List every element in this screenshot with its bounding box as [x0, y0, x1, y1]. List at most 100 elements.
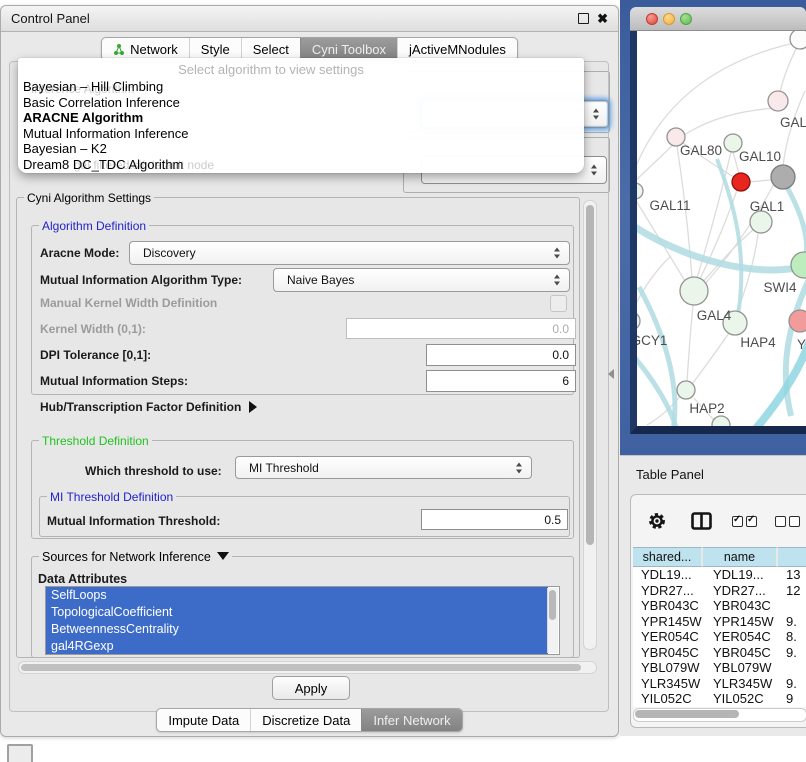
table-cell: YBR045C: [703, 645, 778, 660]
tab-network[interactable]: Network: [102, 38, 189, 60]
node-label-gal80: GAL80: [680, 143, 722, 158]
table-horizontal-scrollbar[interactable]: [633, 708, 806, 722]
algorithm-definition-label: Algorithm Definition: [39, 219, 149, 233]
network-node-gal11[interactable]: [637, 183, 643, 199]
attribute-item-betweennesscentrality[interactable]: BetweennessCentrality: [46, 621, 548, 638]
table-cell: YBR045C: [633, 645, 703, 660]
close-panel-icon[interactable]: ✖: [597, 14, 608, 24]
algorithm-item-aracne-algorithm[interactable]: ARACNE Algorithm: [23, 110, 579, 126]
select-all-icon[interactable]: [732, 516, 757, 527]
attribute-item-selfloops[interactable]: SelfLoops: [46, 587, 548, 604]
table-row[interactable]: YIL052CYIL052C9: [633, 691, 806, 707]
sources-label[interactable]: Sources for Network Inference: [39, 550, 232, 564]
tab-jactivemnodules[interactable]: jActiveMNodules: [397, 38, 517, 60]
algorithm-popup: Inference Algorithm gal filtered.sif def…: [18, 58, 584, 173]
node-label-y: Y: [797, 337, 806, 352]
mi-algorithm-type-combobox[interactable]: Naive Bayes: [273, 268, 570, 292]
aracne-mode-label: Aracne Mode:: [40, 246, 119, 260]
settings-vertical-scrollbar[interactable]: [583, 200, 597, 650]
manual-kernel-width-checkbox[interactable]: [550, 295, 567, 312]
scrollbar-thumb[interactable]: [21, 664, 581, 671]
dpi-tolerance-input[interactable]: 0.0: [426, 344, 576, 366]
table-cell: YPR145W: [703, 614, 778, 629]
node-label-hap2: HAP2: [689, 401, 724, 416]
zoom-window-icon[interactable]: [680, 13, 692, 25]
algorithm-item-basic-correlation-inference[interactable]: Basic Correlation Inference: [23, 95, 579, 111]
scrollbar-thumb[interactable]: [549, 590, 556, 620]
attribute-item-gal4rgexp[interactable]: gal4RGexp: [46, 638, 548, 655]
minimize-window-icon[interactable]: [663, 13, 675, 25]
network-node[interactable]: [732, 173, 750, 191]
table-cell: YIL052C: [703, 691, 778, 706]
table-row[interactable]: YDL19...YDL19...13: [633, 567, 806, 583]
tab-style[interactable]: Style: [189, 38, 241, 60]
table-cell: 9: [778, 691, 806, 706]
settings-horizontal-scrollbar[interactable]: [18, 661, 597, 674]
which-threshold-combobox[interactable]: MI Threshold: [235, 456, 532, 479]
tab-cyni-toolbox[interactable]: Cyni Toolbox: [300, 38, 397, 60]
aracne-mode-combobox[interactable]: Discovery: [129, 241, 570, 265]
gear-icon[interactable]: [647, 511, 667, 531]
algorithm-item-mutual-information-inference[interactable]: Mutual Information Inference: [23, 126, 579, 142]
kernel-width-input[interactable]: 0.0: [346, 318, 576, 339]
tab-label: Network: [130, 42, 178, 57]
table-row[interactable]: YPR145WYPR145W9.: [633, 614, 806, 630]
hub-transcription-factor-section[interactable]: Hub/Transcription Factor Definition: [40, 400, 257, 414]
data-attributes-items: SelfLoopsTopologicalCoefficientBetweenne…: [46, 587, 559, 655]
column-header[interactable]: shared...: [633, 547, 703, 567]
table-cell: YBR043C: [703, 598, 778, 613]
network-node-gal[interactable]: [768, 91, 788, 111]
network-node-y[interactable]: [789, 310, 806, 332]
algorithm-item-bayesian-k2[interactable]: Bayesian – K2: [23, 141, 579, 157]
algorithm-item-dream8-dc-tdc-algorithm[interactable]: Dream8 DC_TDC Algorithm: [23, 157, 579, 173]
network-canvas[interactable]: GALGAL80GAL10GAL1GAL11SWI4GAL4GCY1HAP4YH…: [630, 31, 806, 434]
network-node[interactable]: [771, 165, 795, 189]
network-window-titlebar[interactable]: [630, 7, 806, 31]
network-node[interactable]: [712, 416, 730, 426]
network-desktop: GALGAL80GAL10GAL1GAL11SWI4GAL4GCY1HAP4YH…: [620, 0, 806, 456]
tab-infer-network[interactable]: Infer Network: [361, 709, 461, 731]
apply-button[interactable]: Apply: [272, 676, 350, 700]
network-node-swi4[interactable]: [791, 252, 806, 278]
combo-arrows-icon: [554, 248, 561, 259]
algorithm-item-bayesian-hill-climbing[interactable]: Bayesian – Hill Climbing: [23, 79, 579, 95]
deselect-all-icon[interactable]: [775, 516, 800, 527]
collapse-down-icon[interactable]: [217, 552, 229, 560]
list-vertical-scrollbar[interactable]: [547, 588, 558, 653]
data-attributes-list[interactable]: SelfLoopsTopologicalCoefficientBetweenne…: [45, 586, 560, 655]
network-node[interactable]: [790, 31, 806, 49]
table-cell: YDR27...: [703, 583, 778, 598]
mi-threshold-input[interactable]: 0.5: [421, 509, 568, 530]
column-header[interactable]: [778, 547, 806, 567]
network-node-gcy1[interactable]: [637, 312, 640, 330]
table-cell: YBL079W: [633, 660, 703, 675]
table-header-row: shared... name: [633, 547, 806, 567]
table-row[interactable]: YER054CYER054C8.: [633, 629, 806, 645]
table-row[interactable]: YBL079WYBL079W: [633, 660, 806, 676]
columns-icon[interactable]: [691, 512, 712, 530]
mi-steps-input[interactable]: 6: [426, 370, 576, 392]
column-header[interactable]: name: [703, 547, 778, 567]
table-row[interactable]: YBR043CYBR043C: [633, 598, 806, 614]
expand-right-icon[interactable]: [249, 401, 257, 413]
scrollbar-thumb[interactable]: [635, 710, 739, 718]
network-node-gal4[interactable]: [680, 277, 708, 305]
mi-steps-label: Mutual Information Steps:: [40, 374, 188, 388]
float-panel-icon[interactable]: [578, 13, 589, 24]
tab-impute-data[interactable]: Impute Data: [157, 709, 250, 731]
table-row[interactable]: YLR345WYLR345W9.: [633, 676, 806, 692]
table-row[interactable]: YDR27...YDR27...12: [633, 583, 806, 599]
network-view-window: GALGAL80GAL10GAL1GAL11SWI4GAL4GCY1HAP4YH…: [630, 7, 806, 433]
network-node-hap2[interactable]: [677, 381, 695, 399]
attribute-item-topologicalcoefficient[interactable]: TopologicalCoefficient: [46, 604, 548, 621]
table-panel: shared... name YDL19...YDL19...13YDR27..…: [630, 494, 806, 728]
minimized-panel-button[interactable]: [7, 744, 33, 762]
tab-label: Style: [201, 42, 230, 57]
split-pane-collapse-icon[interactable]: [608, 369, 614, 379]
table-row[interactable]: YBR045CYBR045C9.: [633, 645, 806, 661]
tab-discretize-data[interactable]: Discretize Data: [250, 709, 361, 731]
tab-select[interactable]: Select: [241, 38, 300, 60]
close-window-icon[interactable]: [646, 13, 658, 25]
network-node-gal1[interactable]: [750, 211, 772, 233]
scrollbar-thumb[interactable]: [586, 205, 594, 545]
